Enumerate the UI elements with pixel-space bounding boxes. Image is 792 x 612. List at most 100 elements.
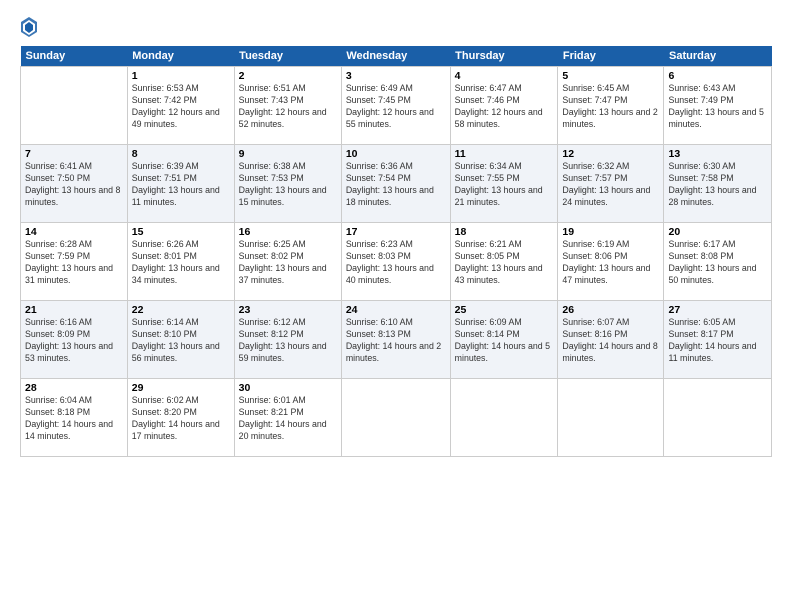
day-info: Sunrise: 6:12 AMSunset: 8:12 PMDaylight:… — [239, 317, 327, 363]
day-number: 24 — [346, 304, 446, 316]
day-info: Sunrise: 6:23 AMSunset: 8:03 PMDaylight:… — [346, 239, 434, 285]
day-number: 5 — [562, 70, 659, 82]
day-info: Sunrise: 6:26 AMSunset: 8:01 PMDaylight:… — [132, 239, 220, 285]
header — [20, 16, 772, 38]
table-row: 22Sunrise: 6:14 AMSunset: 8:10 PMDayligh… — [127, 301, 234, 379]
table-row: 11Sunrise: 6:34 AMSunset: 7:55 PMDayligh… — [450, 145, 558, 223]
day-number: 16 — [239, 226, 337, 238]
table-row: 15Sunrise: 6:26 AMSunset: 8:01 PMDayligh… — [127, 223, 234, 301]
day-number: 26 — [562, 304, 659, 316]
table-row: 1Sunrise: 6:53 AMSunset: 7:42 PMDaylight… — [127, 67, 234, 145]
day-number: 27 — [668, 304, 767, 316]
day-number: 21 — [25, 304, 123, 316]
col-friday: Friday — [558, 46, 664, 67]
table-row: 14Sunrise: 6:28 AMSunset: 7:59 PMDayligh… — [21, 223, 128, 301]
day-info: Sunrise: 6:05 AMSunset: 8:17 PMDaylight:… — [668, 317, 756, 363]
logo — [20, 16, 40, 38]
day-number: 20 — [668, 226, 767, 238]
day-number: 6 — [668, 70, 767, 82]
col-sunday: Sunday — [21, 46, 128, 67]
table-row: 2Sunrise: 6:51 AMSunset: 7:43 PMDaylight… — [234, 67, 341, 145]
calendar-week-row: 28Sunrise: 6:04 AMSunset: 8:18 PMDayligh… — [21, 379, 772, 457]
day-number: 19 — [562, 226, 659, 238]
table-row: 19Sunrise: 6:19 AMSunset: 8:06 PMDayligh… — [558, 223, 664, 301]
day-number: 2 — [239, 70, 337, 82]
day-info: Sunrise: 6:01 AMSunset: 8:21 PMDaylight:… — [239, 395, 327, 441]
table-row: 20Sunrise: 6:17 AMSunset: 8:08 PMDayligh… — [664, 223, 772, 301]
col-wednesday: Wednesday — [341, 46, 450, 67]
table-row: 21Sunrise: 6:16 AMSunset: 8:09 PMDayligh… — [21, 301, 128, 379]
day-number: 22 — [132, 304, 230, 316]
table-row: 26Sunrise: 6:07 AMSunset: 8:16 PMDayligh… — [558, 301, 664, 379]
day-info: Sunrise: 6:43 AMSunset: 7:49 PMDaylight:… — [668, 83, 763, 129]
col-monday: Monday — [127, 46, 234, 67]
day-number: 18 — [455, 226, 554, 238]
col-tuesday: Tuesday — [234, 46, 341, 67]
day-info: Sunrise: 6:19 AMSunset: 8:06 PMDaylight:… — [562, 239, 650, 285]
day-info: Sunrise: 6:14 AMSunset: 8:10 PMDaylight:… — [132, 317, 220, 363]
table-row: 28Sunrise: 6:04 AMSunset: 8:18 PMDayligh… — [21, 379, 128, 457]
day-info: Sunrise: 6:53 AMSunset: 7:42 PMDaylight:… — [132, 83, 220, 129]
table-row: 8Sunrise: 6:39 AMSunset: 7:51 PMDaylight… — [127, 145, 234, 223]
calendar-week-row: 21Sunrise: 6:16 AMSunset: 8:09 PMDayligh… — [21, 301, 772, 379]
col-thursday: Thursday — [450, 46, 558, 67]
day-number: 30 — [239, 382, 337, 394]
calendar-week-row: 14Sunrise: 6:28 AMSunset: 7:59 PMDayligh… — [21, 223, 772, 301]
day-number: 15 — [132, 226, 230, 238]
day-number: 4 — [455, 70, 554, 82]
table-row: 24Sunrise: 6:10 AMSunset: 8:13 PMDayligh… — [341, 301, 450, 379]
day-info: Sunrise: 6:17 AMSunset: 8:08 PMDaylight:… — [668, 239, 756, 285]
day-number: 11 — [455, 148, 554, 160]
day-info: Sunrise: 6:10 AMSunset: 8:13 PMDaylight:… — [346, 317, 441, 363]
day-info: Sunrise: 6:39 AMSunset: 7:51 PMDaylight:… — [132, 161, 220, 207]
table-row: 9Sunrise: 6:38 AMSunset: 7:53 PMDaylight… — [234, 145, 341, 223]
table-row: 27Sunrise: 6:05 AMSunset: 8:17 PMDayligh… — [664, 301, 772, 379]
table-row: 30Sunrise: 6:01 AMSunset: 8:21 PMDayligh… — [234, 379, 341, 457]
day-number: 3 — [346, 70, 446, 82]
calendar-week-row: 1Sunrise: 6:53 AMSunset: 7:42 PMDaylight… — [21, 67, 772, 145]
day-number: 25 — [455, 304, 554, 316]
day-number: 28 — [25, 382, 123, 394]
day-info: Sunrise: 6:34 AMSunset: 7:55 PMDaylight:… — [455, 161, 543, 207]
day-number: 7 — [25, 148, 123, 160]
col-saturday: Saturday — [664, 46, 772, 67]
day-info: Sunrise: 6:02 AMSunset: 8:20 PMDaylight:… — [132, 395, 220, 441]
table-row — [21, 67, 128, 145]
table-row: 5Sunrise: 6:45 AMSunset: 7:47 PMDaylight… — [558, 67, 664, 145]
table-row: 10Sunrise: 6:36 AMSunset: 7:54 PMDayligh… — [341, 145, 450, 223]
calendar-header-row: Sunday Monday Tuesday Wednesday Thursday… — [21, 46, 772, 67]
day-number: 12 — [562, 148, 659, 160]
table-row — [450, 379, 558, 457]
day-info: Sunrise: 6:41 AMSunset: 7:50 PMDaylight:… — [25, 161, 120, 207]
table-row — [341, 379, 450, 457]
day-info: Sunrise: 6:51 AMSunset: 7:43 PMDaylight:… — [239, 83, 327, 129]
table-row — [664, 379, 772, 457]
table-row: 12Sunrise: 6:32 AMSunset: 7:57 PMDayligh… — [558, 145, 664, 223]
day-info: Sunrise: 6:47 AMSunset: 7:46 PMDaylight:… — [455, 83, 543, 129]
day-info: Sunrise: 6:07 AMSunset: 8:16 PMDaylight:… — [562, 317, 657, 363]
day-number: 8 — [132, 148, 230, 160]
table-row: 13Sunrise: 6:30 AMSunset: 7:58 PMDayligh… — [664, 145, 772, 223]
table-row: 16Sunrise: 6:25 AMSunset: 8:02 PMDayligh… — [234, 223, 341, 301]
logo-icon — [20, 16, 38, 38]
day-number: 14 — [25, 226, 123, 238]
day-info: Sunrise: 6:45 AMSunset: 7:47 PMDaylight:… — [562, 83, 657, 129]
calendar-table: Sunday Monday Tuesday Wednesday Thursday… — [20, 46, 772, 457]
day-number: 13 — [668, 148, 767, 160]
table-row: 18Sunrise: 6:21 AMSunset: 8:05 PMDayligh… — [450, 223, 558, 301]
table-row: 6Sunrise: 6:43 AMSunset: 7:49 PMDaylight… — [664, 67, 772, 145]
day-info: Sunrise: 6:32 AMSunset: 7:57 PMDaylight:… — [562, 161, 650, 207]
table-row: 29Sunrise: 6:02 AMSunset: 8:20 PMDayligh… — [127, 379, 234, 457]
day-info: Sunrise: 6:21 AMSunset: 8:05 PMDaylight:… — [455, 239, 543, 285]
day-info: Sunrise: 6:04 AMSunset: 8:18 PMDaylight:… — [25, 395, 113, 441]
day-info: Sunrise: 6:09 AMSunset: 8:14 PMDaylight:… — [455, 317, 550, 363]
day-number: 17 — [346, 226, 446, 238]
day-number: 10 — [346, 148, 446, 160]
table-row: 23Sunrise: 6:12 AMSunset: 8:12 PMDayligh… — [234, 301, 341, 379]
day-info: Sunrise: 6:25 AMSunset: 8:02 PMDaylight:… — [239, 239, 327, 285]
table-row: 4Sunrise: 6:47 AMSunset: 7:46 PMDaylight… — [450, 67, 558, 145]
day-number: 9 — [239, 148, 337, 160]
table-row: 17Sunrise: 6:23 AMSunset: 8:03 PMDayligh… — [341, 223, 450, 301]
page: Sunday Monday Tuesday Wednesday Thursday… — [0, 0, 792, 612]
day-info: Sunrise: 6:16 AMSunset: 8:09 PMDaylight:… — [25, 317, 113, 363]
